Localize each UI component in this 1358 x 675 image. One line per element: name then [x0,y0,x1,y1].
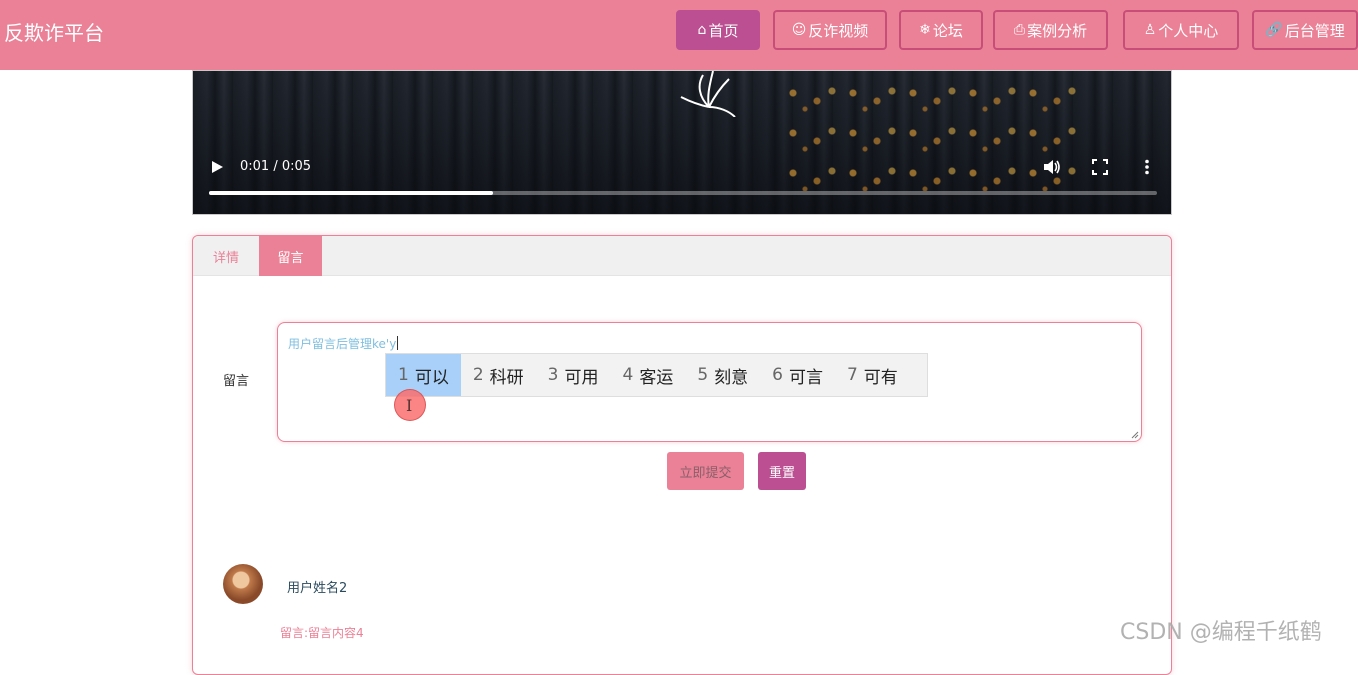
ime-candidate[interactable]: 1 可以 [386,354,461,396]
nav-home-label: 首页 [708,21,739,40]
fullscreen-icon[interactable] [1092,159,1108,175]
comment-text: 留言:留言内容4 [280,626,364,640]
ime-candidate[interactable]: 2 科研 [461,354,536,396]
top-navbar: 反欺诈平台 ⌂ 首页 ☺ 反诈视频 ❄ 论坛 ⎙ 案例分析 ♙ 个人中心 🔗 后… [0,0,1358,70]
nav-cases-button[interactable]: ⎙ 案例分析 [993,10,1108,50]
tab-details[interactable]: 详情 [193,236,259,276]
home-icon: ⌂ [697,22,707,38]
text-cursor-icon: I [406,396,413,415]
video-player[interactable]: 0:01 / 0:05 [192,70,1172,215]
nav-forum-label: 论坛 [932,21,963,40]
tab-bar: 详情 留言 [193,236,1171,276]
ime-candidate[interactable]: 7 可有 [835,354,910,396]
video-progress-track[interactable] [209,191,1157,195]
ime-candidate[interactable]: 6 可言 [760,354,835,396]
ime-candidate-bar: 1 可以 2 科研 3 可用 4 客运 5 刻意 6 可言 7 可有 [385,353,928,397]
nav-videos-button[interactable]: ☺ 反诈视频 [773,10,887,50]
video-progress-fill [209,191,494,195]
lily-logo [680,71,736,117]
more-options-icon[interactable] [1143,159,1151,175]
printer-icon: ⎙ [1013,22,1026,38]
nav-profile-button[interactable]: ♙ 个人中心 [1123,10,1239,50]
watermark: CSDN @编程千纸鹤 [1120,620,1322,645]
nav-forum-button[interactable]: ❄ 论坛 [899,10,983,50]
nav-admin-button[interactable]: 🔗 后台管理 [1252,10,1358,50]
video-time: 0:01 / 0:05 [240,159,312,174]
detail-panel: 详情 留言 留言 用户留言后管理ke'y 立即提交 重置 用户姓名2 留言:留言… [192,235,1172,675]
tab-messages[interactable]: 留言 [259,236,322,276]
ime-candidate[interactable]: 3 可用 [536,354,611,396]
user-icon: ♙ [1143,22,1157,38]
message-input-text: 用户留言后管理ke'y [288,336,399,351]
nav-profile-label: 个人中心 [1158,21,1219,40]
play-icon[interactable] [209,159,225,175]
city-lights [781,81,1081,191]
resize-handle-icon[interactable] [1131,431,1139,439]
nav-videos-label: 反诈视频 [808,21,869,40]
brand-title[interactable]: 反欺诈平台 [4,17,104,46]
nav-cases-label: 案例分析 [1027,21,1088,40]
volume-icon[interactable] [1043,159,1061,175]
ime-candidate[interactable]: 4 客运 [610,354,685,396]
nav-home-button[interactable]: ⌂ 首页 [676,10,760,50]
comment-username: 用户姓名2 [287,581,348,596]
emoji-icon: ☺ [791,22,807,38]
reset-button[interactable]: 重置 [758,452,806,490]
submit-button[interactable]: 立即提交 [667,452,744,490]
snowflake-icon: ❄ [919,22,931,38]
message-label: 留言 [223,374,250,389]
ime-candidate[interactable]: 5 刻意 [685,354,760,396]
nav-admin-label: 后台管理 [1284,21,1345,40]
link-icon: 🔗 [1265,22,1283,38]
avatar [223,564,263,604]
